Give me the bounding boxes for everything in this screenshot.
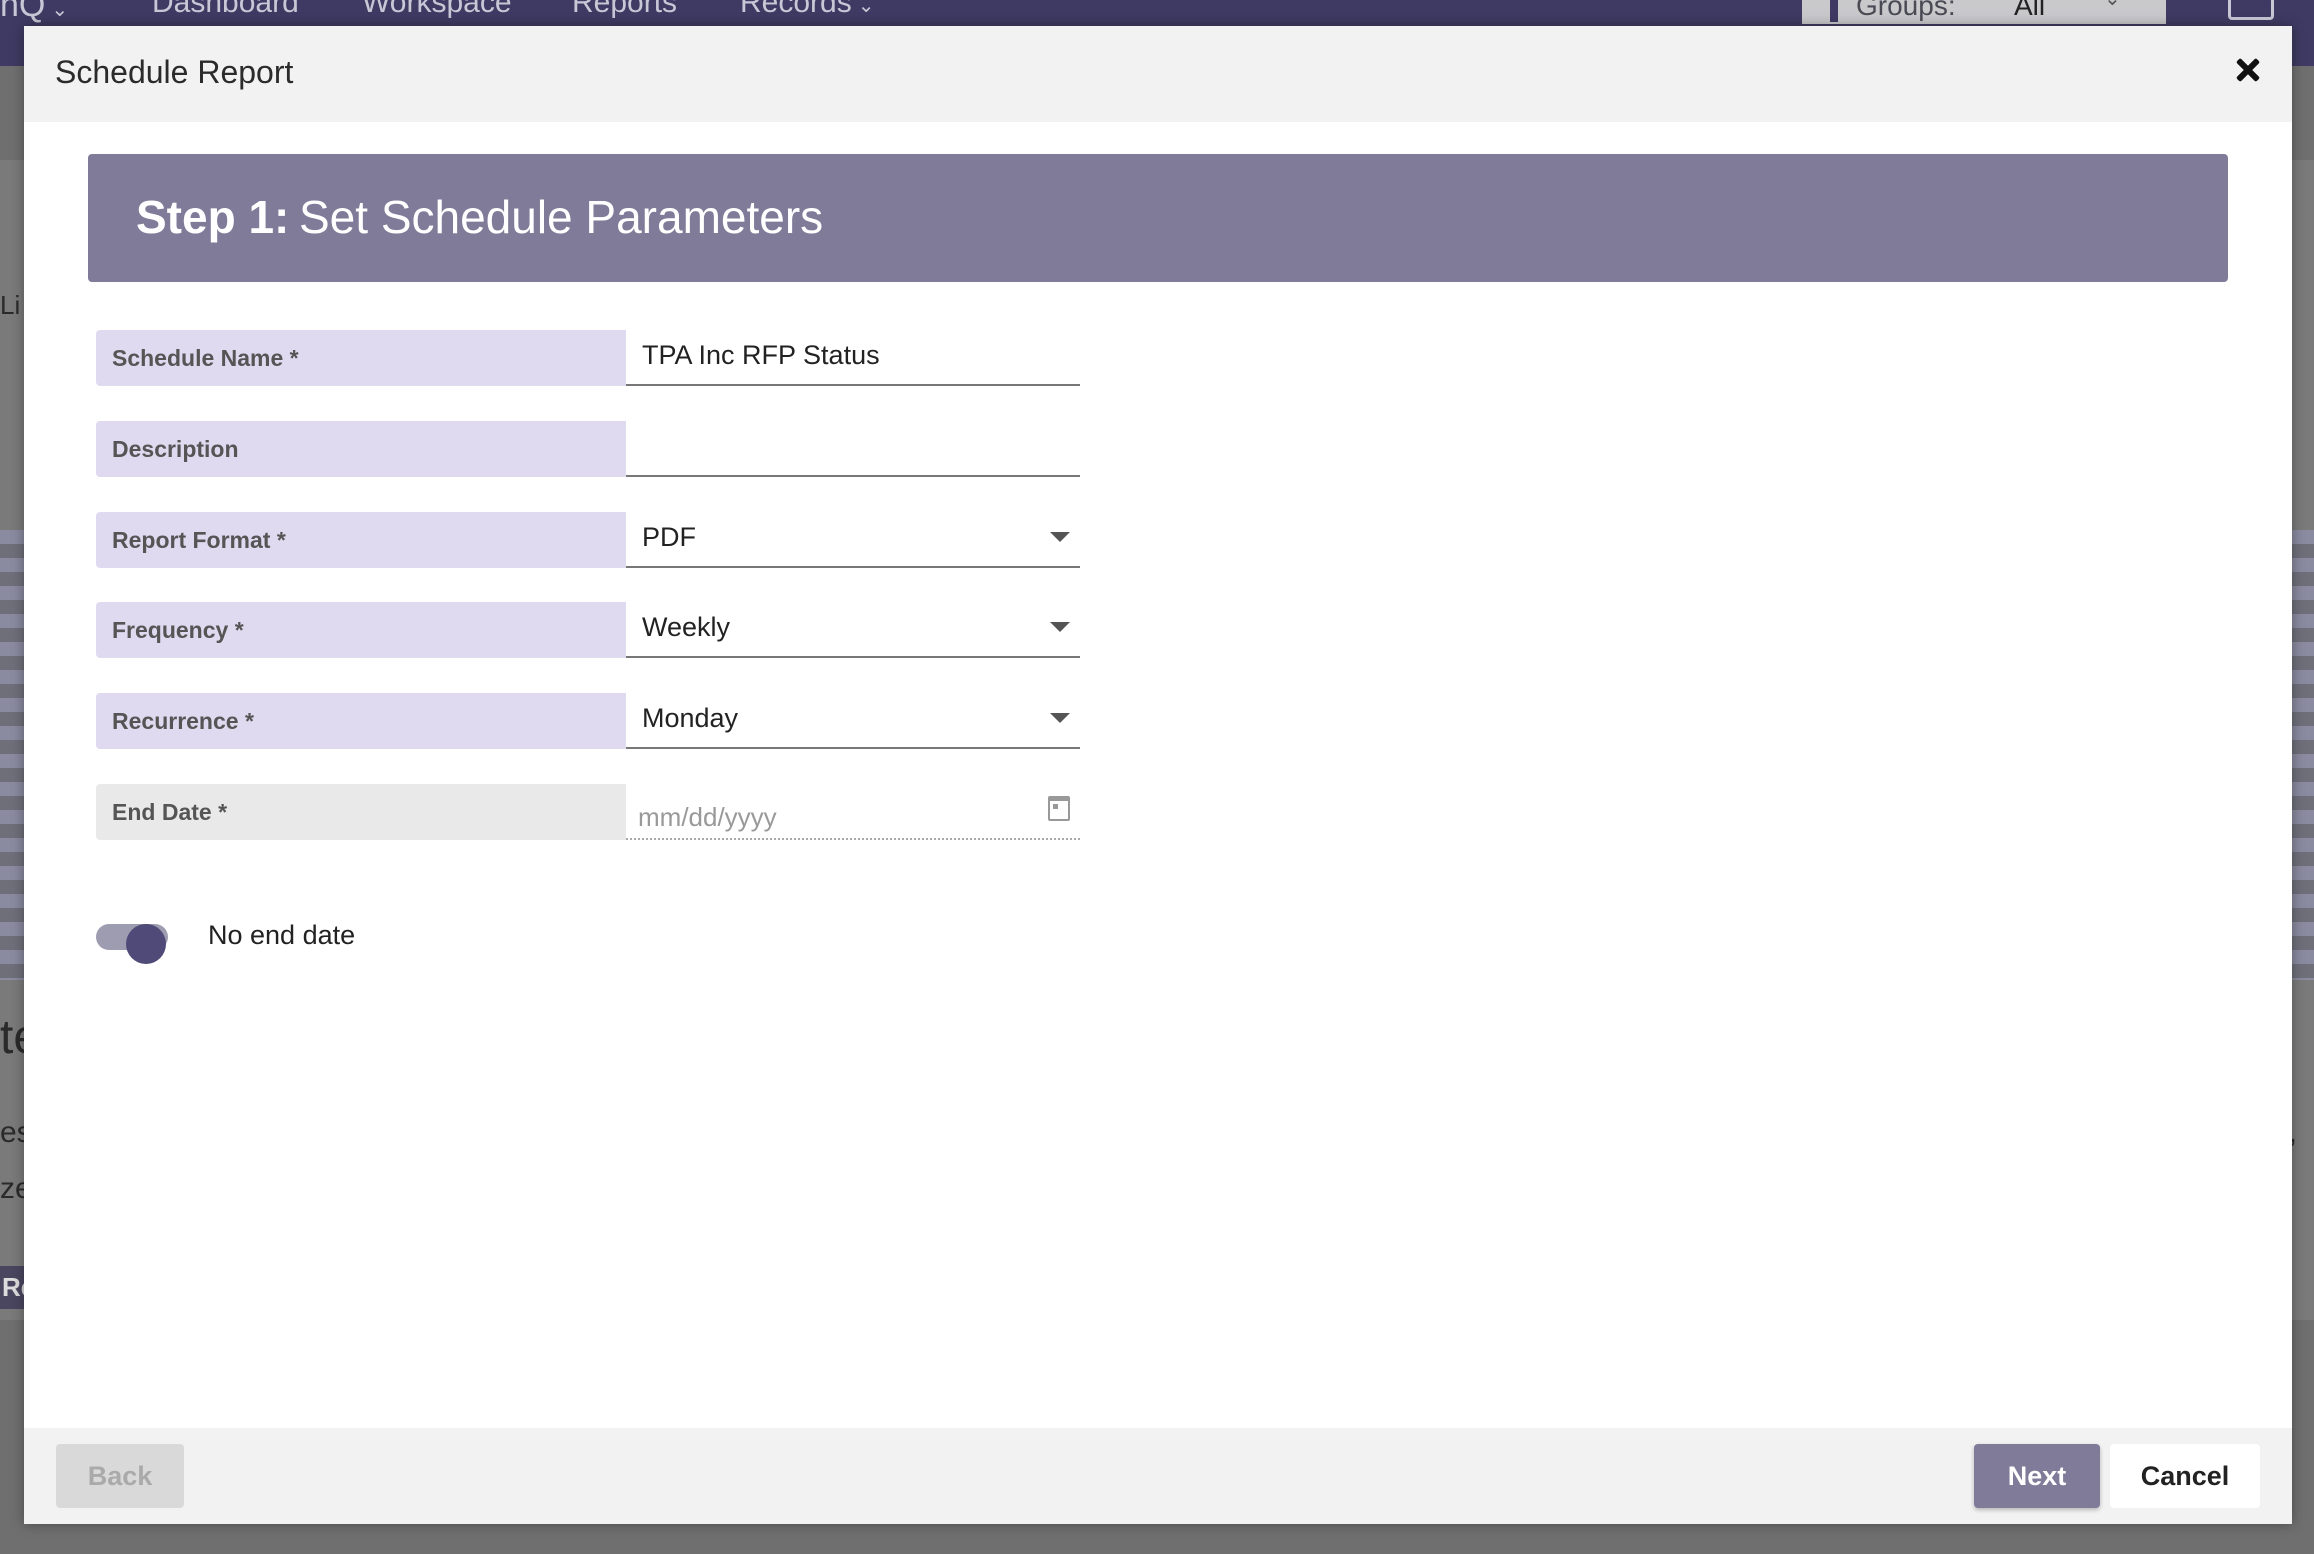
description-label: Description [96, 421, 626, 477]
background-tab-fragment: Li [0, 290, 21, 320]
modal-header: Schedule Report [24, 26, 2292, 122]
next-button[interactable]: Next [1974, 1444, 2100, 1508]
nav-records[interactable]: Records ⌄ [740, 0, 874, 20]
no-end-date-toggle[interactable] [96, 924, 168, 964]
app-brand[interactable]: nQ ⌄ [0, 0, 68, 25]
chevron-down-icon: ⌄ [51, 0, 69, 21]
step-label: Step 1: [136, 191, 290, 243]
mail-icon[interactable] [2228, 0, 2274, 20]
chevron-down-icon: ⌄ [2104, 0, 2121, 11]
groups-label: Groups: [1856, 0, 1956, 21]
frequency-label: Frequency * [96, 602, 626, 658]
recurrence-select[interactable]: Monday [626, 693, 1080, 749]
cancel-button[interactable]: Cancel [2110, 1444, 2260, 1508]
modal-footer: Back Next Cancel [24, 1428, 2292, 1524]
report-format-select[interactable]: PDF [626, 512, 1080, 568]
frequency-select[interactable]: Weekly [626, 602, 1080, 658]
toggle-knob [126, 924, 166, 964]
back-button[interactable]: Back [56, 1444, 184, 1508]
end-date-input[interactable]: mm/dd/yyyy [626, 784, 1080, 840]
report-format-label: Report Format * [96, 512, 626, 568]
caret-down-icon [1050, 532, 1070, 542]
brand-text: nQ [0, 0, 46, 24]
chevron-down-icon: ⌄ [857, 0, 875, 17]
schedule-report-modal: Schedule Report Step 1: Set Schedule Par… [24, 26, 2292, 1524]
no-end-date-label: No end date [208, 920, 356, 950]
modal-title: Schedule Report [55, 54, 294, 90]
background-table-right [2290, 530, 2314, 980]
calendar-icon [1048, 796, 1070, 821]
groups-accent [1830, 0, 1838, 22]
recurrence-label: Recurrence * [96, 693, 626, 749]
step-banner: Step 1: Set Schedule Parameters [88, 154, 2228, 282]
schedule-name-input[interactable]: TPA Inc RFP Status [626, 330, 1080, 386]
frequency-row: Frequency * Weekly [96, 602, 1080, 658]
nav-workspace[interactable]: Workspace [362, 0, 512, 20]
groups-selector[interactable]: Groups: All ⌄ [1802, 0, 2166, 24]
description-row: Description [96, 421, 1080, 477]
frequency-value: Weekly [642, 612, 731, 642]
end-date-row: End Date * mm/dd/yyyy [96, 784, 1080, 840]
end-date-placeholder: mm/dd/yyyy [638, 802, 777, 832]
caret-down-icon [1050, 713, 1070, 723]
schedule-name-row: Schedule Name * TPA Inc RFP Status [96, 330, 1080, 386]
nav-reports[interactable]: Reports [572, 0, 677, 20]
recurrence-value: Monday [642, 703, 739, 733]
schedule-name-label: Schedule Name * [96, 330, 626, 386]
close-icon[interactable] [2230, 52, 2266, 88]
report-format-value: PDF [642, 522, 696, 552]
recurrence-row: Recurrence * Monday [96, 693, 1080, 749]
schedule-name-value: TPA Inc RFP Status [642, 340, 880, 370]
background-table-left [0, 530, 24, 980]
nav-dashboard[interactable]: Dashboard [152, 0, 299, 20]
nav-records-label: Records [740, 0, 852, 19]
end-date-label: End Date * [96, 784, 626, 840]
step-title: Set Schedule Parameters [299, 191, 824, 243]
caret-down-icon [1050, 622, 1070, 632]
report-format-row: Report Format * PDF [96, 512, 1080, 568]
groups-value: All [2014, 0, 2046, 21]
description-input[interactable] [626, 421, 1080, 477]
